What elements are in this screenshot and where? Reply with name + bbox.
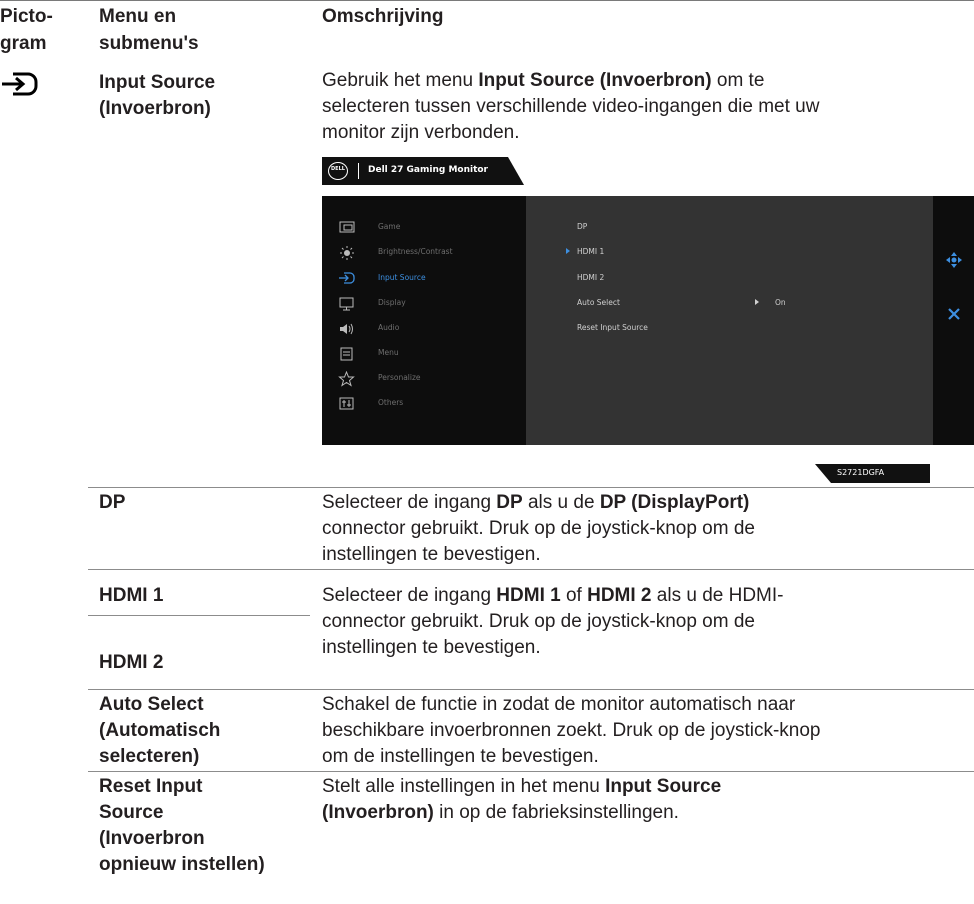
menu-item-personalize[interactable]: Personalize — [378, 373, 421, 382]
osd-navigation-strip — [933, 196, 974, 445]
description-column-header: Omschrijving — [322, 6, 444, 27]
value-arrow-icon — [755, 299, 759, 305]
row-rule-hdmi2 — [88, 615, 310, 616]
hdmi-desc-line1: Selecteer de ingang HDMI 1 of HDMI 2 als… — [322, 585, 784, 606]
auto-select-description: Schakel de functie in zodat de monitor a… — [322, 692, 821, 770]
auto-select-name-line1: Auto Select — [99, 694, 204, 715]
menu-item-menu[interactable]: Menu — [378, 348, 399, 357]
icon-column-header-line2: gram — [0, 33, 47, 54]
icon-column-header: Picto- gram — [0, 3, 53, 57]
brightness-icon — [338, 245, 358, 261]
others-icon — [338, 396, 358, 412]
reset-name-line3: (Invoerbron — [99, 828, 205, 849]
osd-title: Dell 27 Gaming Monitor — [368, 165, 488, 175]
reset-desc-line2: (Invoerbron) in op de fabrieksinstelling… — [322, 802, 679, 823]
menu-item-others[interactable]: Others — [378, 398, 403, 407]
menu-item-audio[interactable]: Audio — [378, 323, 399, 332]
menu-icon — [338, 346, 358, 362]
model-name: S2721DGFA — [837, 468, 885, 477]
submenu-item-auto-select[interactable]: Auto Select — [577, 298, 620, 307]
star-icon — [338, 370, 358, 387]
submenu-item-dp[interactable]: DP — [577, 222, 587, 231]
reset-name-line1: Reset Input — [99, 776, 203, 797]
input-source-desc-line3: monitor zijn verbonden. — [322, 122, 520, 143]
auto-desc-line2: beschikbare invoerbronnen zoekt. Druk op… — [322, 720, 821, 741]
submenu-item-hdmi1[interactable]: HDMI 1 — [577, 247, 604, 256]
input-source-name-line2: (Invoerbron) — [99, 98, 211, 119]
menu-column-header: Menu en submenu's — [99, 3, 199, 57]
submenu-item-reset-input-source[interactable]: Reset Input Source — [577, 323, 648, 332]
submenu-item-hdmi2[interactable]: HDMI 2 — [577, 273, 604, 282]
input-source-name-line1: Input Source — [99, 72, 216, 93]
auto-select-name-line2: (Automatisch — [99, 720, 221, 741]
dell-logo: DELL — [328, 162, 348, 180]
reset-name-line4: opnieuw instellen) — [99, 854, 265, 875]
menu-item-game[interactable]: Game — [378, 222, 400, 231]
reset-name-line2: Source — [99, 802, 164, 823]
top-rule — [0, 0, 974, 1]
hdmi-description: Selecteer de ingang HDMI 1 of HDMI 2 als… — [322, 583, 784, 661]
reset-desc-line1: Stelt alle instellingen in het menu Inpu… — [322, 776, 722, 797]
row-rule-dp — [88, 487, 974, 488]
auto-select-value: On — [775, 298, 786, 307]
close-icon[interactable] — [948, 307, 960, 320]
dp-desc-line1: Selecteer de ingang DP als u de DP (Disp… — [322, 492, 750, 513]
input-source-desc-line2: selecteren tussen verschillende video-in… — [322, 96, 820, 117]
hdmi1-name: HDMI 1 — [99, 585, 164, 606]
osd-main-menu: Game Brightness/Contrast Input Source Di… — [322, 196, 526, 445]
menu-item-input-source[interactable]: Input Source — [378, 273, 426, 282]
auto-desc-line3: om de instellingen te bevestigen. — [322, 746, 599, 767]
row-rule-hdmi — [88, 569, 974, 570]
row-rule-reset — [88, 771, 974, 772]
game-icon — [338, 219, 358, 235]
auto-desc-line1: Schakel de functie in zodat de monitor a… — [322, 694, 796, 715]
dp-description: Selecteer de ingang DP als u de DP (Disp… — [322, 490, 755, 568]
menu-item-brightness-contrast[interactable]: Brightness/Contrast — [378, 247, 453, 256]
audio-icon — [338, 321, 358, 337]
hdmi-desc-line3: instellingen te bevestigen. — [322, 637, 541, 658]
input-source-icon — [0, 68, 40, 100]
dp-desc-line3: instellingen te bevestigen. — [322, 544, 541, 565]
row-rule-auto — [88, 689, 974, 690]
menu-item-display[interactable]: Display — [378, 298, 406, 307]
dp-desc-line2: connector gebruikt. Druk op de joystick-… — [322, 518, 755, 539]
model-badge: S2721DGFA — [815, 464, 930, 483]
reset-input-source-description: Stelt alle instellingen in het menu Inpu… — [322, 774, 721, 826]
input-source-description: Gebruik het menu Input Source (Invoerbro… — [322, 68, 819, 146]
display-icon — [338, 296, 358, 312]
hdmi-desc-line2: connector gebruikt. Druk op de joystick-… — [322, 611, 755, 632]
dp-name: DP — [99, 492, 126, 513]
menu-column-header-line1: Menu en — [99, 6, 177, 27]
selected-indicator-icon — [566, 248, 570, 254]
osd-title-bar: DELL Dell 27 Gaming Monitor — [322, 157, 524, 185]
hdmi2-name: HDMI 2 — [99, 652, 164, 673]
input-source-desc-line1: Gebruik het menu Input Source (Invoerbro… — [322, 70, 765, 91]
icon-column-header-line1: Picto- — [0, 6, 53, 27]
auto-select-name: Auto Select (Automatisch selecteren) — [99, 692, 220, 770]
input-source-name: Input Source (Invoerbron) — [99, 70, 215, 122]
osd-submenu: DP HDMI 1 HDMI 2 Auto Select On Reset In… — [526, 196, 933, 445]
joystick-icon[interactable] — [946, 252, 962, 268]
menu-column-header-line2: submenu's — [99, 33, 199, 54]
title-divider — [358, 163, 359, 179]
reset-input-source-name: Reset Input Source (Invoerbron opnieuw i… — [99, 774, 265, 878]
auto-select-name-line3: selecteren) — [99, 746, 200, 767]
input-source-menu-icon — [338, 270, 358, 286]
